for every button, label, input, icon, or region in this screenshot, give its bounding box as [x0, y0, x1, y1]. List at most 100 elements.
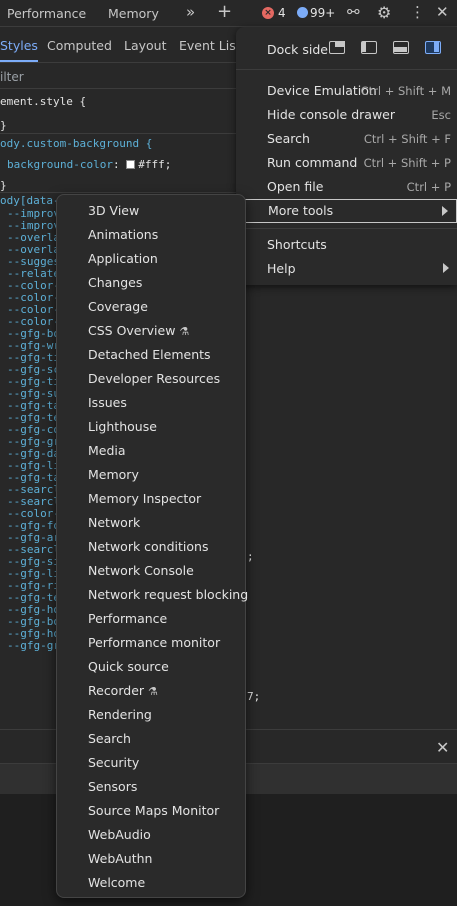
more-tools-item-security[interactable]: Security	[57, 751, 245, 775]
more-tools-item-memory-inspector[interactable]: Memory Inspector	[57, 487, 245, 511]
more-tools-item-quick-source[interactable]: Quick source	[57, 655, 245, 679]
color-swatch[interactable]	[126, 160, 136, 169]
trailing-semicolon: ;	[247, 550, 254, 563]
more-tools-item-text: Changes	[88, 275, 143, 290]
more-tools-item-text: CSS Overview	[88, 323, 176, 338]
menu-item-help[interactable]: Help	[236, 257, 457, 281]
more-tools-item-label: WebAudio	[88, 827, 151, 842]
more-tools-item-label: Performance	[88, 611, 167, 626]
more-tools-item-performance-monitor[interactable]: Performance monitor	[57, 631, 245, 655]
more-tools-item-text: Welcome	[88, 875, 146, 890]
menu-item-label: Shortcuts	[267, 237, 327, 252]
more-tools-item-search[interactable]: Search	[57, 727, 245, 751]
more-tools-item-rendering[interactable]: Rendering	[57, 703, 245, 727]
menu-item-shortcuts[interactable]: Shortcuts	[236, 233, 457, 257]
more-tools-item-welcome[interactable]: Welcome	[57, 871, 245, 895]
error-icon[interactable]: ×	[262, 7, 274, 19]
more-tools-item-label: WebAuthn	[88, 851, 152, 866]
css-property-value: #fff;	[138, 158, 172, 171]
more-tools-item-memory[interactable]: Memory	[57, 463, 245, 487]
more-tools-item-text: Quick source	[88, 659, 169, 674]
menu-separator	[236, 69, 457, 70]
dock-right-icon[interactable]	[425, 41, 441, 54]
menu-item-open-file[interactable]: Open file Ctrl + P	[236, 175, 457, 199]
css-variable-declaration[interactable]: --gfg-gr	[7, 639, 60, 653]
more-tools-item-coverage[interactable]: Coverage	[57, 295, 245, 319]
more-tools-item-text: Network request blocking	[88, 587, 249, 602]
more-tools-item-source-maps-monitor[interactable]: Source Maps Monitor	[57, 799, 245, 823]
kebab-menu-icon[interactable]: ⋮	[410, 3, 425, 21]
rule-close-brace: }	[0, 179, 7, 192]
menu-item-search[interactable]: Search Ctrl + Shift + F	[236, 127, 457, 151]
more-tools-item-network-request-blocking[interactable]: Network request blocking	[57, 583, 249, 607]
drawer-close-icon[interactable]: ✕	[436, 738, 449, 757]
tab-memory[interactable]: Memory	[108, 6, 159, 21]
more-tools-item-changes[interactable]: Changes	[57, 271, 245, 295]
close-icon[interactable]: ✕	[436, 3, 449, 21]
more-tools-item-sensors[interactable]: Sensors	[57, 775, 245, 799]
more-tools-item-detached-elements[interactable]: Detached Elements	[57, 343, 245, 367]
menu-item-label: Help	[267, 261, 296, 276]
more-tools-item-lighthouse[interactable]: Lighthouse	[57, 415, 245, 439]
error-count[interactable]: 4	[278, 6, 286, 20]
subtab-computed[interactable]: Computed	[47, 38, 112, 53]
devtools-tab-bar: Performance Memory » + × 4 99+ ⚯ ⚙ ⋮ ✕	[0, 0, 457, 27]
subtab-styles[interactable]: Styles	[0, 38, 38, 53]
menu-item-more-tools[interactable]: More tools	[236, 199, 457, 223]
menu-item-shortcut: Ctrl + Shift + P	[363, 156, 451, 170]
menu-item-shortcut: Ctrl + P	[406, 180, 451, 194]
more-tools-item-3d-view[interactable]: 3D View	[57, 199, 245, 223]
css-property-name: background-color	[7, 158, 113, 171]
rule-close-brace: }	[0, 119, 7, 132]
element-style-rule: ement.style {	[0, 95, 87, 108]
dock-left-icon[interactable]	[361, 41, 377, 54]
more-tools-item-webauthn[interactable]: WebAuthn	[57, 847, 245, 871]
more-tools-item-text: Recorder	[88, 683, 145, 698]
colon: :	[112, 158, 127, 171]
more-tools-item-text: Security	[88, 755, 140, 770]
message-count[interactable]: 99+	[310, 6, 335, 20]
settings-gear-icon[interactable]: ⚙	[377, 3, 391, 22]
more-tools-item-text: WebAudio	[88, 827, 151, 842]
more-tools-item-text: Rendering	[88, 707, 152, 722]
more-tools-item-network-console[interactable]: Network Console	[57, 559, 245, 583]
more-tools-item-text: Network Console	[88, 563, 194, 578]
more-tools-item-developer-resources[interactable]: Developer Resources	[57, 367, 245, 391]
more-tools-item-application[interactable]: Application	[57, 247, 245, 271]
plus-icon[interactable]: +	[217, 1, 232, 22]
undock-icon[interactable]	[329, 41, 345, 54]
more-tools-item-label: Issues	[88, 395, 127, 410]
menu-item-label: Open file	[267, 179, 324, 194]
menu-item-device-emulation[interactable]: Device Emulation Ctrl + Shift + M	[236, 79, 457, 103]
more-tools-item-label: Developer Resources	[88, 371, 220, 386]
more-tools-item-text: Source Maps Monitor	[88, 803, 220, 818]
menu-item-run-command[interactable]: Run command Ctrl + Shift + P	[236, 151, 457, 175]
more-tools-item-network-conditions[interactable]: Network conditions	[57, 535, 245, 559]
more-tools-item-recorder[interactable]: Recorder ⚗	[57, 679, 245, 703]
dock-bottom-icon[interactable]	[393, 41, 409, 54]
more-tools-item-label: Security	[88, 755, 139, 770]
subtab-layout[interactable]: Layout	[124, 38, 167, 53]
custom-background-declaration[interactable]: background-color: #fff;	[7, 158, 171, 172]
more-tools-item-label: 3D View	[88, 203, 139, 218]
more-tools-item-webaudio[interactable]: WebAudio	[57, 823, 245, 847]
more-tools-item-text: Memory	[88, 467, 139, 482]
data-attribute-selector[interactable]: ody[data-	[0, 194, 60, 208]
message-icon[interactable]	[297, 7, 308, 18]
more-tools-item-network[interactable]: Network	[57, 511, 245, 535]
more-tools-item-animations[interactable]: Animations	[57, 223, 245, 247]
double-chevron-right-icon[interactable]: »	[186, 3, 195, 21]
tab-performance[interactable]: Performance	[7, 6, 86, 21]
menu-item-hide-console-drawer[interactable]: Hide console drawer Esc	[236, 103, 457, 127]
more-tools-item-performance[interactable]: Performance	[57, 607, 245, 631]
customize-icon[interactable]: ⚯	[347, 3, 360, 21]
more-tools-item-css-overview[interactable]: CSS Overview ⚗	[57, 319, 245, 343]
more-tools-item-text: Application	[88, 251, 158, 266]
menu-item-label: More tools	[268, 203, 334, 218]
more-tools-item-issues[interactable]: Issues	[57, 391, 245, 415]
more-tools-item-text: 3D View	[88, 203, 140, 218]
menu-item-shortcut: Ctrl + Shift + M	[360, 84, 451, 98]
submenu-arrow-icon	[442, 206, 448, 216]
custom-background-selector[interactable]: ody.custom-background {	[0, 137, 152, 151]
more-tools-item-media[interactable]: Media	[57, 439, 245, 463]
